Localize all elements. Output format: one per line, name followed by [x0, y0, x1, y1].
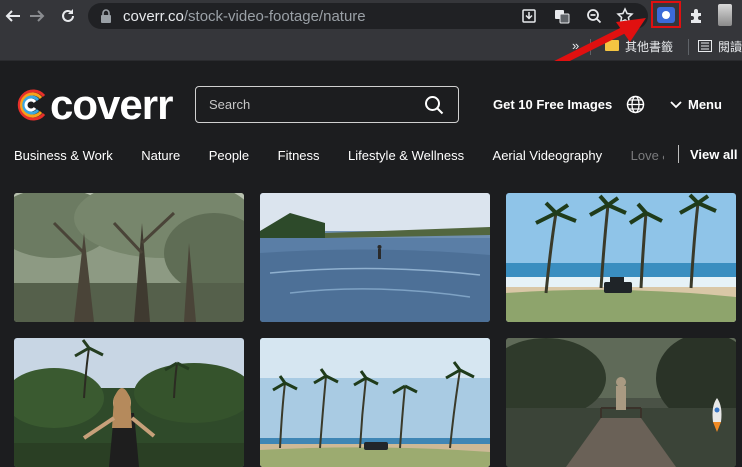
category-list: Business & Work Nature People Fitness Li…	[14, 147, 664, 167]
category-nav: Business & Work Nature People Fitness Li…	[0, 145, 742, 167]
view-all-link[interactable]: View all	[690, 147, 737, 162]
video-grid	[14, 193, 736, 467]
globe-icon[interactable]	[626, 95, 645, 114]
chevron-down-icon	[670, 100, 682, 108]
category-people[interactable]: People	[209, 148, 249, 163]
category-love-romance[interactable]: Love & R	[631, 148, 664, 163]
category-divider	[678, 145, 679, 163]
category-aerial-videography[interactable]: Aerial Videography	[493, 148, 603, 163]
palm-beach-car-scene	[260, 338, 490, 467]
logo-rainbow-icon	[17, 89, 46, 121]
category-business-work[interactable]: Business & Work	[14, 148, 113, 163]
bookmarks-bar: » 其他書籤 閱讀	[0, 32, 742, 61]
zoom-out-icon[interactable]	[585, 7, 603, 25]
arrow-right-icon	[30, 10, 45, 22]
category-lifestyle-wellness[interactable]: Lifestyle & Wellness	[348, 148, 464, 163]
video-thumbnail-palm-beach-jeep[interactable]	[506, 193, 736, 322]
lock-icon[interactable]	[100, 9, 112, 23]
dock-scene	[506, 338, 736, 467]
star-icon[interactable]	[616, 7, 634, 25]
translate-icon[interactable]	[553, 7, 571, 25]
search-icon[interactable]	[424, 95, 444, 115]
extensions-puzzle-icon[interactable]	[688, 7, 706, 25]
menu-label: Menu	[688, 97, 722, 112]
palm-beach-scene	[506, 193, 736, 322]
install-icon[interactable]	[520, 7, 538, 25]
search-input[interactable]: Search	[195, 86, 459, 123]
arrow-left-icon	[5, 10, 20, 22]
category-nature[interactable]: Nature	[141, 148, 180, 163]
browser-toolbar: coverr.co/stock-video-footage/nature	[0, 0, 742, 32]
url-path: /stock-video-footage/nature	[183, 8, 366, 25]
bookmarks-overflow-button[interactable]: »	[572, 38, 579, 53]
reload-icon	[62, 9, 74, 22]
site-header: coverr Search Get 10 Free Images Menu	[0, 61, 742, 145]
video-thumbnail-palm-beach-car[interactable]	[260, 338, 490, 467]
bookmarks-divider	[590, 39, 591, 55]
video-thumbnail-forest-trees[interactable]	[14, 193, 244, 322]
bookmarks-divider-2	[688, 39, 689, 55]
folder-icon	[605, 40, 619, 51]
profile-avatar[interactable]	[718, 4, 732, 26]
forest-scene	[14, 193, 244, 322]
lake-scene	[260, 193, 490, 322]
forward-button[interactable]	[27, 6, 47, 26]
menu-button[interactable]: Menu	[670, 97, 722, 112]
rocket-icon[interactable]	[707, 396, 727, 436]
video-thumbnail-dock-at-dusk[interactable]	[506, 338, 736, 467]
free-images-link[interactable]: Get 10 Free Images	[493, 97, 612, 112]
jungle-scene	[14, 338, 244, 467]
video-thumbnail-person-in-lake[interactable]	[260, 193, 490, 322]
coverr-logo[interactable]: coverr	[14, 81, 173, 128]
extension-icon[interactable]	[657, 7, 675, 23]
url-text[interactable]: coverr.co/stock-video-footage/nature	[123, 8, 366, 25]
reading-list-icon	[698, 40, 712, 52]
address-bar[interactable]: coverr.co/stock-video-footage/nature	[88, 3, 648, 29]
logo-text: coverr	[50, 81, 173, 128]
back-button[interactable]	[3, 6, 23, 26]
search-placeholder: Search	[209, 97, 251, 112]
url-host: coverr.co	[123, 8, 184, 25]
reload-button[interactable]	[58, 6, 78, 26]
other-bookmarks-folder[interactable]: 其他書籤	[625, 38, 673, 55]
reading-list-button[interactable]: 閱讀	[718, 38, 742, 55]
video-thumbnail-woman-in-jungle[interactable]	[14, 338, 244, 467]
category-fitness[interactable]: Fitness	[278, 148, 320, 163]
